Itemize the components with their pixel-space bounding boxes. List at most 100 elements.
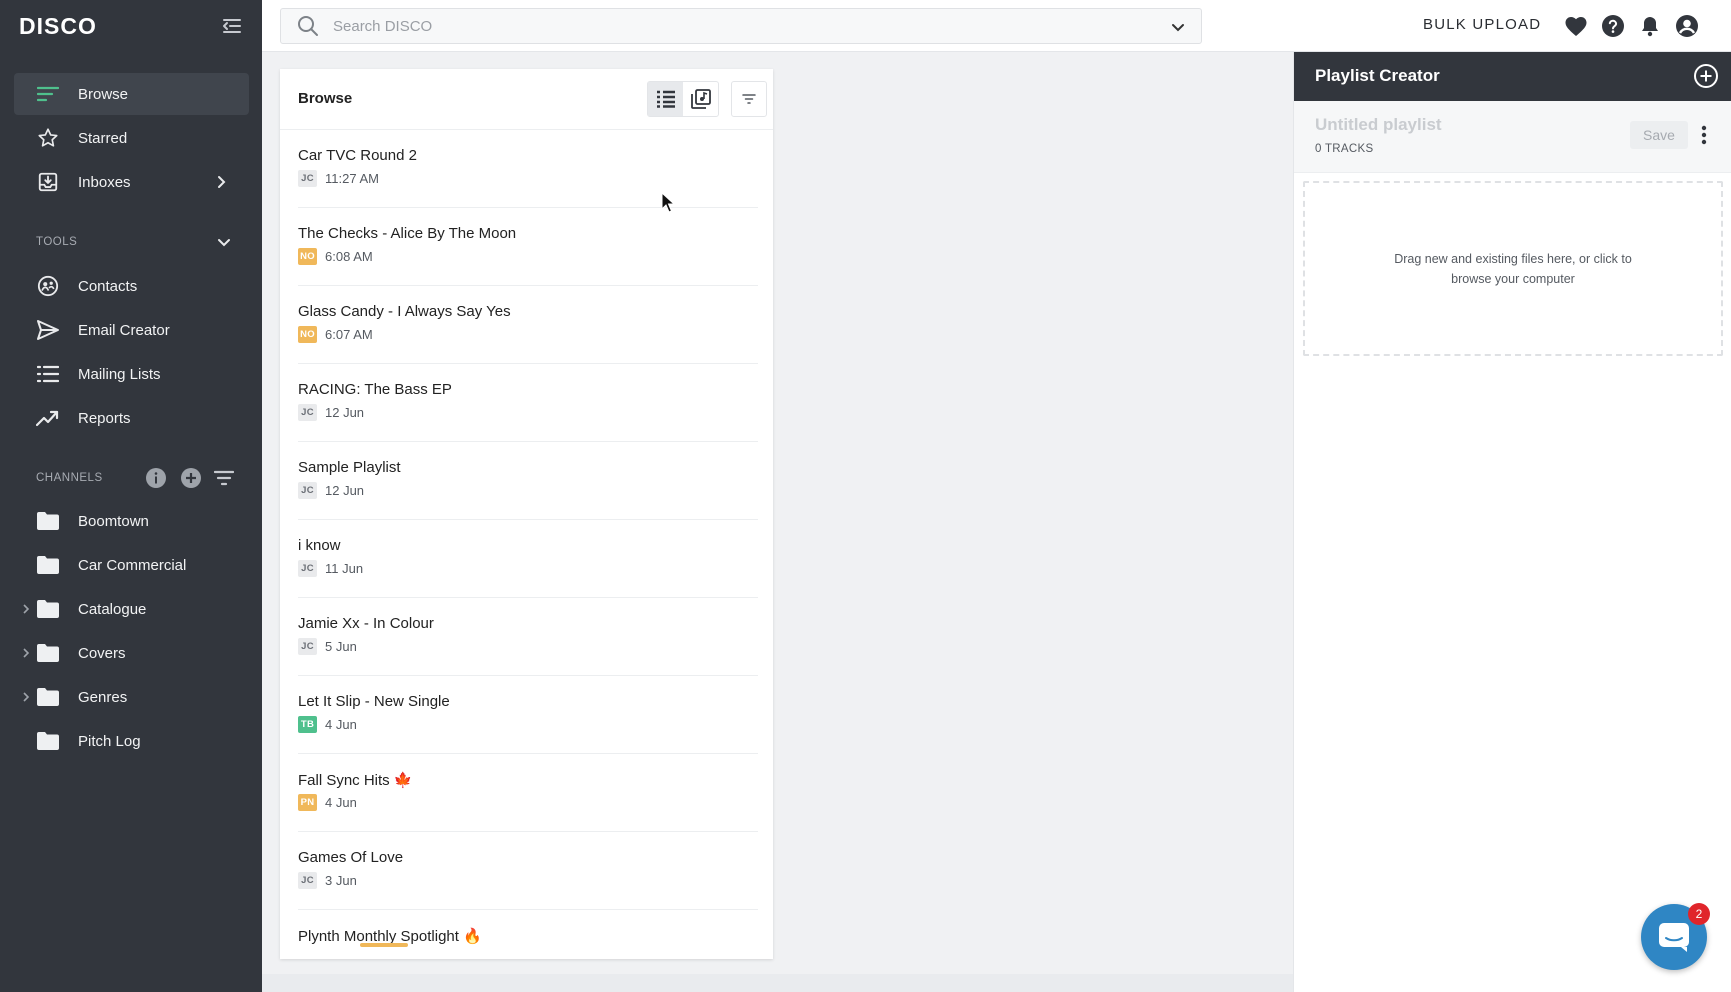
app-logo[interactable]: DISCO	[19, 13, 97, 40]
list-item-date: 4 Jun	[325, 795, 357, 810]
list-item-title: Fall Sync Hits 🍁	[298, 772, 413, 789]
list-item[interactable]: i know JC 11 Jun	[280, 520, 773, 598]
list-item-title: Glass Candy - I Always Say Yes	[298, 303, 511, 320]
channel-label: Car Commercial	[78, 556, 187, 574]
sidebar-item-starred[interactable]: Starred	[14, 117, 249, 159]
list-item-date: 6:07 AM	[325, 327, 373, 342]
list-item-meta: JC 11 Jun	[298, 560, 363, 577]
account-icon[interactable]	[1675, 14, 1699, 38]
browse-lines-icon	[36, 82, 60, 106]
sidebar-item-label: Email Creator	[78, 321, 170, 339]
sidebar-item-browse[interactable]: Browse	[14, 73, 249, 115]
list-item-title: Let It Slip - New Single	[298, 693, 450, 710]
bell-icon[interactable]	[1638, 14, 1662, 38]
list-item[interactable]: Sample Playlist JC 12 Jun	[280, 442, 773, 520]
list-item[interactable]: Plynth Monthly Spotlight 🔥	[280, 910, 773, 959]
channel-label: Pitch Log	[78, 732, 141, 750]
list-item[interactable]: The Checks - Alice By The Moon NO 6:08 AM	[280, 208, 773, 286]
list-item-meta: JC 12 Jun	[298, 482, 364, 499]
owner-badge: NO	[298, 248, 317, 265]
owner-badge: NO	[298, 326, 317, 343]
chevron-down-icon[interactable]	[1169, 18, 1187, 36]
folder-icon	[36, 729, 60, 753]
channel-label: Catalogue	[78, 600, 147, 618]
list-item[interactable]: Car TVC Round 2 JC 11:27 AM	[280, 130, 773, 208]
sidebar-item-inboxes[interactable]: Inboxes	[14, 161, 249, 203]
search-icon	[297, 15, 319, 37]
channel-item-catalogue[interactable]: Catalogue	[14, 589, 249, 629]
add-circle-icon[interactable]	[1693, 63, 1719, 89]
filter-icon[interactable]	[213, 467, 235, 489]
channel-item-covers[interactable]: Covers	[14, 633, 249, 673]
save-button[interactable]: Save	[1630, 121, 1688, 149]
list-item[interactable]: Fall Sync Hits 🍁 PN 4 Jun	[280, 754, 773, 832]
channel-label: Boomtown	[78, 512, 149, 530]
channel-item-genres[interactable]: Genres	[14, 677, 249, 717]
add-channel-icon[interactable]	[180, 467, 202, 489]
chevron-right-icon[interactable]	[19, 602, 33, 616]
playlist-name-field[interactable]: Untitled playlist	[1315, 115, 1442, 135]
list-item-date: 12 Jun	[325, 405, 365, 420]
channel-item-boomtown[interactable]: Boomtown	[14, 501, 249, 541]
channel-label: Genres	[78, 688, 128, 706]
file-dropzone[interactable]: Drag new and existing files here, or cli…	[1303, 181, 1723, 356]
sidebar-item-mailing-lists[interactable]: Mailing Lists	[14, 353, 249, 395]
filter-button[interactable]	[731, 81, 767, 117]
chevron-down-icon[interactable]	[214, 232, 234, 252]
playlist-info: Untitled playlist 0 TRACKS Save	[1294, 101, 1731, 173]
list-item-date: 6:08 AM	[325, 249, 373, 264]
list-item-meta: NO 6:07 AM	[298, 326, 373, 343]
search-bar[interactable]	[280, 8, 1202, 44]
list-item[interactable]: Glass Candy - I Always Say Yes NO 6:07 AM	[280, 286, 773, 364]
list-item-date: 11:27 AM	[325, 171, 379, 186]
list-item-meta: JC 11:27 AM	[298, 170, 379, 187]
sidebar-item-label: Browse	[78, 85, 129, 103]
owner-badge: PN	[298, 794, 317, 811]
sidebar-item-reports[interactable]: Reports	[14, 397, 249, 439]
list-item-title: i know	[298, 537, 341, 554]
collapse-sidebar-icon[interactable]	[220, 14, 244, 38]
dropzone-text: Drag new and existing files here, or cli…	[1394, 251, 1632, 286]
list-item[interactable]: Jamie Xx - In Colour JC 5 Jun	[280, 598, 773, 676]
star-icon	[36, 126, 60, 150]
list-item[interactable]: Games Of Love JC 3 Jun	[280, 832, 773, 910]
contacts-icon	[36, 274, 60, 298]
list-item[interactable]: Let It Slip - New Single TB 4 Jun	[280, 676, 773, 754]
sidebar-item-label: Inboxes	[78, 173, 131, 191]
list-view-icon[interactable]	[648, 82, 683, 116]
more-options-icon[interactable]	[1698, 121, 1710, 149]
track-count: 0 TRACKS	[1315, 143, 1374, 155]
list-item-meta: JC 3 Jun	[298, 872, 357, 889]
info-icon[interactable]	[145, 467, 167, 489]
topbar: BULK UPLOAD	[262, 0, 1731, 52]
search-input[interactable]	[333, 17, 1133, 35]
bulk-upload-button[interactable]: BULK UPLOAD	[1423, 16, 1541, 33]
channel-item-car-commercial[interactable]: Car Commercial	[14, 545, 249, 585]
channel-item-pitch-log[interactable]: Pitch Log	[14, 721, 249, 761]
owner-badge: JC	[298, 170, 317, 187]
channels-section-header: CHANNELS	[36, 472, 103, 484]
chevron-right-icon[interactable]	[19, 690, 33, 704]
chevron-right-icon[interactable]	[211, 172, 231, 192]
chevron-right-icon[interactable]	[19, 646, 33, 660]
list-item-title: The Checks - Alice By The Moon	[298, 225, 517, 242]
owner-badge	[360, 943, 408, 947]
sidebar-item-label: Mailing Lists	[78, 365, 161, 383]
list-item-meta: JC 5 Jun	[298, 638, 357, 655]
playlist-creator-header: Playlist Creator	[1294, 52, 1731, 101]
owner-badge: JC	[298, 872, 317, 889]
send-icon	[36, 318, 60, 342]
grid-view-icon[interactable]	[683, 82, 718, 116]
owner-badge: JC	[298, 482, 317, 499]
list-item[interactable]: RACING: The Bass EP JC 12 Jun	[280, 364, 773, 442]
help-icon[interactable]	[1601, 14, 1625, 38]
heart-icon[interactable]	[1564, 14, 1588, 38]
list-item-date: 12 Jun	[325, 483, 365, 498]
list-item-date: 4 Jun	[325, 717, 357, 732]
sidebar-item-email-creator[interactable]: Email Creator	[14, 309, 249, 351]
bottom-scrollbar[interactable]	[262, 974, 1293, 992]
sidebar-item-contacts[interactable]: Contacts	[14, 265, 249, 307]
list-item-title: RACING: The Bass EP	[298, 381, 452, 398]
list-item-meta: JC 12 Jun	[298, 404, 364, 421]
folder-icon	[36, 553, 60, 577]
